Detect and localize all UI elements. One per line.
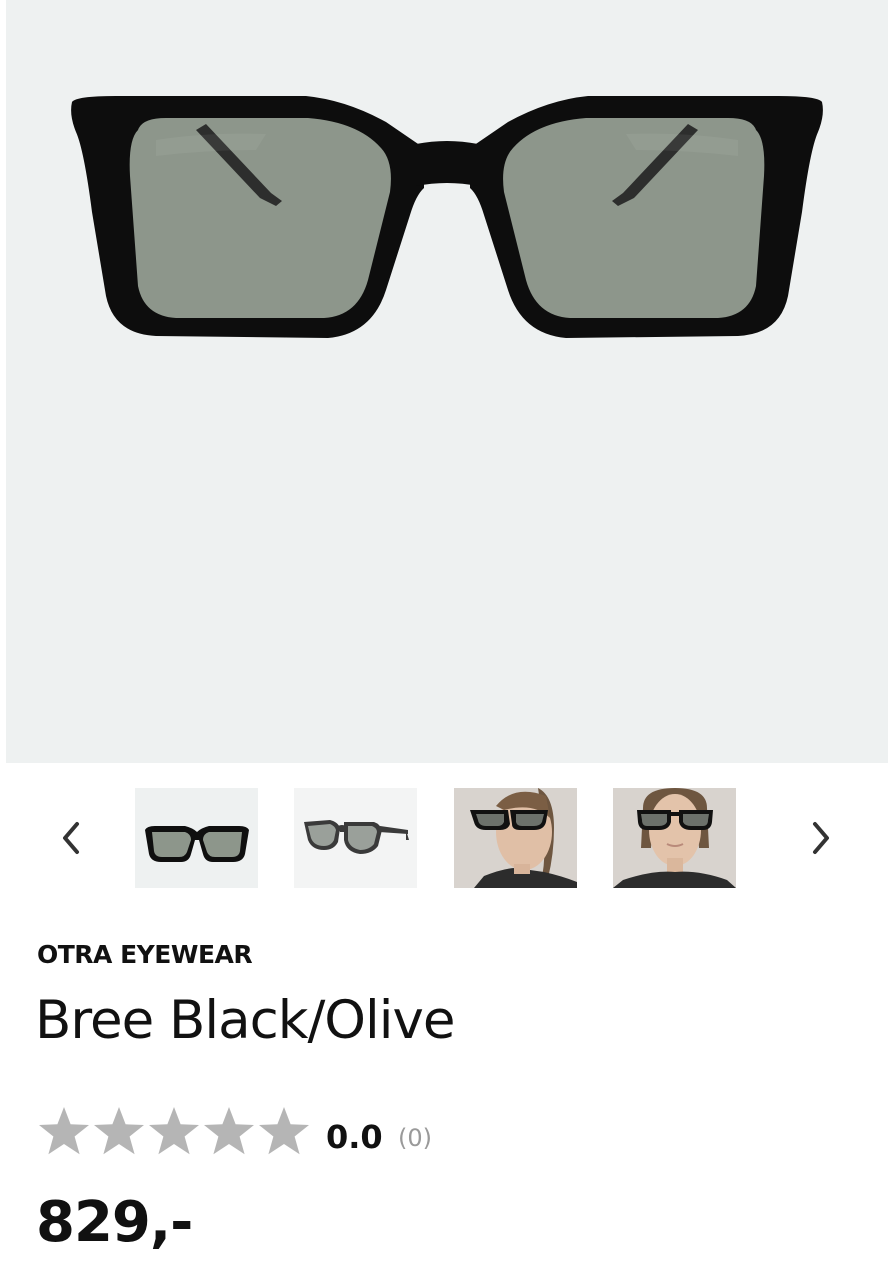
thumbnail-3[interactable]	[454, 788, 577, 888]
star-icon	[149, 1107, 199, 1155]
sunglasses-image	[71, 96, 823, 338]
product-price: 829,-	[36, 1190, 193, 1255]
thumbnail-gallery	[0, 788, 894, 888]
star-icon	[94, 1107, 144, 1155]
sunglasses-front-thumb	[145, 826, 249, 862]
thumbnail-1[interactable]	[135, 788, 258, 888]
brand-name[interactable]: OTRA EYEWEAR	[37, 940, 253, 969]
chevron-right-icon	[813, 822, 829, 854]
star-icon	[259, 1107, 309, 1155]
product-rating[interactable]: 0.0 (0)	[36, 1104, 536, 1164]
star-icon	[204, 1107, 254, 1155]
thumbnail-2[interactable]	[294, 788, 417, 888]
gallery-prev-button[interactable]	[48, 816, 92, 860]
model-front-thumb	[613, 788, 736, 888]
review-count[interactable]: (0)	[398, 1124, 432, 1152]
sunglasses-angle-thumb	[304, 820, 409, 854]
rating-value: 0.0	[326, 1118, 383, 1156]
thumbnail-4[interactable]	[613, 788, 736, 888]
product-title: Bree Black/Olive	[35, 990, 455, 1051]
model-side-thumb	[454, 788, 577, 888]
chevron-left-icon	[63, 822, 79, 854]
rating-stars	[39, 1107, 309, 1155]
product-main-image[interactable]	[6, 0, 888, 763]
gallery-next-button[interactable]	[800, 816, 844, 860]
star-icon	[39, 1107, 89, 1155]
